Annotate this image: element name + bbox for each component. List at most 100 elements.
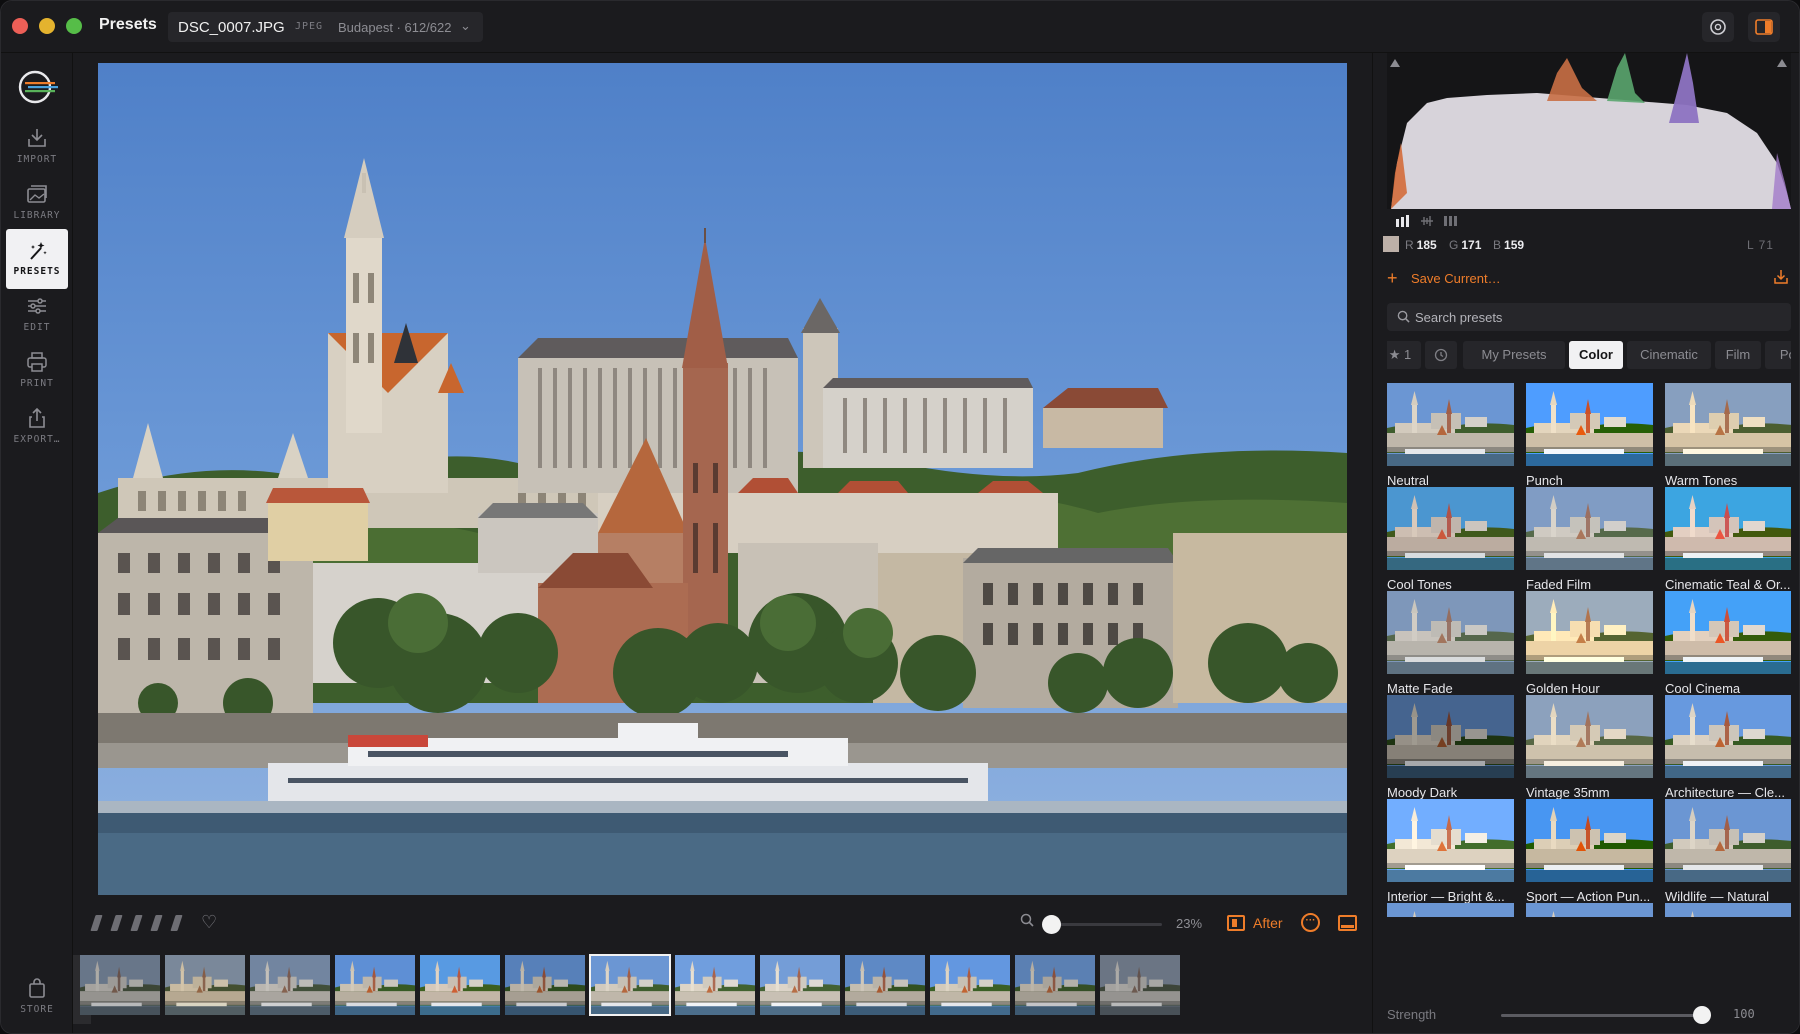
- preset-tile[interactable]: Wildlife — Natural: [1665, 799, 1791, 911]
- sidebar-item-presets[interactable]: PRESETS: [6, 229, 68, 289]
- before-after-icon[interactable]: [1227, 915, 1245, 931]
- sliders-icon: [28, 298, 46, 314]
- preset-tile[interactable]: Cool Cinema: [1665, 591, 1791, 703]
- photo-viewer: [73, 53, 1372, 905]
- file-selector[interactable]: DSC_0007.JPG JPEG Budapest · 612/622 ⌄: [168, 12, 483, 42]
- preset-thumbnail: [1387, 799, 1514, 882]
- search-presets-input[interactable]: [1415, 303, 1775, 331]
- preset-tile[interactable]: Neutral: [1387, 383, 1514, 495]
- tab-my-presets[interactable]: My Presets: [1463, 341, 1565, 369]
- save-current-button[interactable]: Save Current…: [1411, 271, 1501, 286]
- import-preset-icon[interactable]: [1773, 269, 1789, 285]
- red-readout: R 185: [1405, 238, 1437, 252]
- filmstrip-thumbnail[interactable]: [165, 955, 245, 1015]
- histogram-bars-icon[interactable]: [1395, 215, 1411, 227]
- filmstrip-thumbnail[interactable]: [760, 955, 840, 1015]
- preset-tile[interactable]: Golden Hour: [1526, 591, 1653, 703]
- preset-tile[interactable]: Moody Dark: [1387, 695, 1514, 807]
- preset-thumbnail: [1526, 903, 1653, 917]
- filmstrip-thumbnail[interactable]: [420, 955, 500, 1015]
- preset-name: Wildlife — Natural: [1665, 889, 1770, 904]
- highlight-clip-indicator[interactable]: [1777, 59, 1787, 67]
- preset-thumbnail: [1526, 591, 1653, 674]
- preset-tile[interactable]: Matte Fade: [1387, 591, 1514, 703]
- preset-thumbnail: [1387, 695, 1514, 778]
- save-current-row[interactable]: + Save Current…: [1387, 268, 1791, 290]
- tab-recent[interactable]: [1425, 341, 1457, 369]
- filmstrip-thumbnail[interactable]: [1015, 955, 1095, 1015]
- preset-tile[interactable]: Punch: [1526, 383, 1653, 495]
- sidebar-item-print[interactable]: PRINT: [6, 341, 68, 401]
- sidebar-item-import[interactable]: IMPORT: [6, 117, 68, 177]
- preset-tile[interactable]: Cinematic Teal & Or...: [1665, 487, 1791, 599]
- rating-star-3[interactable]: [130, 915, 143, 931]
- view-mode-label[interactable]: After: [1253, 915, 1283, 931]
- preset-tile[interactable]: Faded Film: [1526, 487, 1653, 599]
- preset-thumbnail: [1387, 591, 1514, 674]
- left-sidebar: IMPORT LIBRARY PRESETS EDIT PRINT EXPORT…: [1, 53, 73, 1033]
- preset-thumbnail: [1526, 695, 1653, 778]
- filmstrip-thumbnail[interactable]: [250, 955, 330, 1015]
- app-window: Presets DSC_0007.JPG JPEG Budapest · 612…: [0, 0, 1800, 1034]
- sidebar-item-label: EXPORT…: [13, 434, 61, 445]
- file-location: Budapest · 612/622: [338, 20, 452, 35]
- filmstrip-thumbnail[interactable]: [845, 955, 925, 1015]
- zoom-window-button[interactable]: [66, 18, 82, 34]
- filmstrip-thumbnail[interactable]: [335, 955, 415, 1015]
- rating-star-5[interactable]: [170, 915, 183, 931]
- strength-value: 100: [1733, 1007, 1755, 1021]
- filmstrip-thumbnail[interactable]: [505, 955, 585, 1015]
- histogram-waveform-icon[interactable]: [1419, 215, 1435, 227]
- import-icon: [28, 129, 46, 147]
- histogram-parade-icon[interactable]: [1443, 215, 1459, 227]
- filmstrip-toggle-icon[interactable]: [1338, 915, 1357, 931]
- plus-icon: +: [1387, 268, 1398, 288]
- preset-name: Faded Film: [1526, 577, 1592, 592]
- preset-thumbnail: [1387, 487, 1514, 570]
- sidebar-item-store[interactable]: STORE: [6, 967, 68, 1017]
- main-photo[interactable]: [98, 63, 1347, 895]
- preset-name: Warm Tones: [1665, 473, 1738, 488]
- preset-tile[interactable]: Sport — Action Pun...: [1526, 799, 1653, 911]
- strength-slider-handle[interactable]: [1693, 1006, 1711, 1024]
- filmstrip-thumbnail[interactable]: [930, 955, 1010, 1015]
- sidebar-item-library[interactable]: LIBRARY: [6, 173, 68, 233]
- preset-tile[interactable]: Vintage 35mm: [1526, 695, 1653, 807]
- toggle-panel-button[interactable]: [1748, 12, 1780, 42]
- rating-star-1[interactable]: [90, 915, 103, 931]
- zoom-slider-handle[interactable]: [1042, 915, 1061, 934]
- favorite-heart-icon[interactable]: ♡: [201, 912, 217, 933]
- more-options-icon[interactable]: ···: [1301, 913, 1320, 932]
- sidebar-item-edit[interactable]: EDIT: [6, 285, 68, 345]
- tab-portrait[interactable]: Por: [1765, 341, 1791, 369]
- shadow-clip-indicator[interactable]: [1390, 59, 1400, 67]
- search-presets-box[interactable]: [1387, 303, 1791, 331]
- preset-thumbnail: [1387, 383, 1514, 466]
- filmstrip-thumbnail[interactable]: [675, 955, 755, 1015]
- preset-category-tabs: ★ 1 My Presets Color Cinematic Film Por: [1387, 341, 1791, 371]
- filmstrip-thumbnail[interactable]: [589, 954, 671, 1016]
- minimize-window-button[interactable]: [39, 18, 55, 34]
- filmstrip-thumbnail[interactable]: [1100, 955, 1180, 1015]
- blue-readout: B 159: [1493, 238, 1525, 252]
- tab-film[interactable]: Film: [1715, 341, 1761, 369]
- preset-thumbnail: [1665, 383, 1791, 466]
- green-readout: G 171: [1449, 238, 1482, 252]
- rating-star-4[interactable]: [150, 915, 163, 931]
- help-button[interactable]: [1702, 12, 1734, 42]
- preset-name: Sport — Action Pun...: [1526, 889, 1651, 904]
- preset-tile[interactable]: Warm Tones: [1665, 383, 1791, 495]
- preset-tile[interactable]: Architecture — Cle...: [1665, 695, 1791, 807]
- filmstrip-thumbnail[interactable]: [80, 955, 160, 1015]
- preset-thumbnail: [1665, 487, 1791, 570]
- tab-color[interactable]: Color: [1569, 341, 1623, 369]
- tab-favorites[interactable]: ★ 1: [1387, 341, 1421, 369]
- preset-thumbnail: [1526, 799, 1653, 882]
- sidebar-item-export[interactable]: EXPORT…: [6, 397, 68, 457]
- preset-tile[interactable]: Interior — Bright &...: [1387, 799, 1514, 911]
- zoom-slider-track[interactable]: [1050, 923, 1162, 926]
- tab-cinematic[interactable]: Cinematic: [1627, 341, 1711, 369]
- close-window-button[interactable]: [12, 18, 28, 34]
- rating-star-2[interactable]: [110, 915, 123, 931]
- preset-tile[interactable]: Cool Tones: [1387, 487, 1514, 599]
